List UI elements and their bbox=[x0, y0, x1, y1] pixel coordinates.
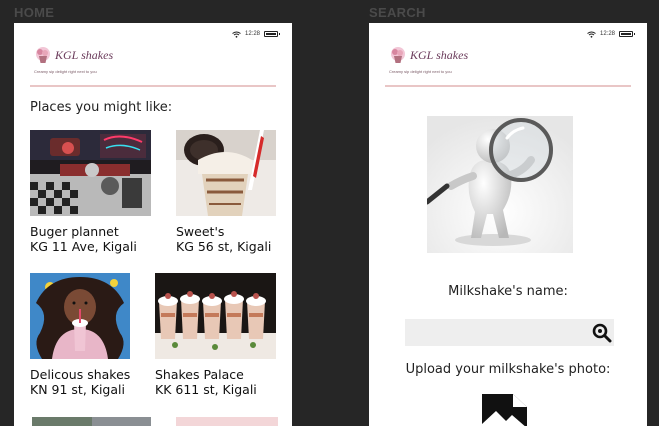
search-screen: 12:28 KGL shakes Creamy sip delight righ… bbox=[369, 23, 647, 426]
place-photo-partial bbox=[32, 417, 151, 426]
place-address: KK 611 st, Kigali bbox=[155, 382, 257, 397]
place-address: KN 91 st, Kigali bbox=[30, 382, 125, 397]
image-upload-icon[interactable] bbox=[482, 394, 527, 426]
milkshake-logo-icon bbox=[36, 47, 50, 63]
brand-name: KGL shakes bbox=[410, 48, 469, 62]
place-photo bbox=[176, 130, 292, 216]
place-photo bbox=[30, 273, 151, 359]
upload-photo-label: Upload your milkshake's photo: bbox=[405, 362, 611, 377]
place-photo bbox=[30, 130, 151, 216]
place-card[interactable]: Sweet's KG 56 st, Kigali bbox=[176, 130, 292, 254]
home-screen: 12:28 KGL shakes Creamy sip delight righ… bbox=[14, 23, 292, 426]
place-address: KG 11 Ave, Kigali bbox=[30, 239, 137, 254]
magnifier-figure-illustration bbox=[427, 116, 573, 253]
battery-icon bbox=[619, 31, 635, 37]
status-bar: 12:28 bbox=[232, 29, 280, 39]
status-time: 12:28 bbox=[244, 31, 260, 37]
brand-tagline: Creamy sip delight right next to you bbox=[34, 69, 97, 74]
milkshake-name-input[interactable] bbox=[405, 319, 614, 346]
place-name: Delicous shakes bbox=[30, 367, 131, 382]
place-name: Shakes Palace bbox=[155, 367, 244, 382]
place-photo-partial bbox=[176, 417, 278, 426]
place-address: KG 56 st, Kigali bbox=[176, 239, 272, 254]
app-header: KGL shakes Creamy sip delight right next… bbox=[385, 41, 631, 87]
search-section-label: SEARCH bbox=[369, 5, 426, 20]
place-photo bbox=[155, 273, 276, 359]
wifi-icon bbox=[232, 31, 241, 38]
places-heading: Places you might like: bbox=[30, 100, 173, 115]
place-card[interactable]: Buger plannet KG 11 Ave, Kigali bbox=[30, 130, 154, 254]
search-icon[interactable] bbox=[592, 323, 612, 343]
brand-tagline: Creamy sip delight right next to you bbox=[389, 69, 452, 74]
wifi-icon bbox=[587, 31, 596, 38]
status-bar: 12:28 bbox=[587, 29, 635, 39]
place-name: Sweet's bbox=[176, 224, 225, 239]
app-header: KGL shakes Creamy sip delight right next… bbox=[30, 41, 276, 87]
milkshake-logo-icon bbox=[391, 47, 405, 63]
battery-icon bbox=[264, 31, 280, 37]
place-card[interactable]: Shakes Palace KK 611 st, Kigali bbox=[155, 273, 279, 397]
status-time: 12:28 bbox=[599, 31, 615, 37]
brand-name: KGL shakes bbox=[55, 48, 114, 62]
place-name: Buger plannet bbox=[30, 224, 119, 239]
place-card[interactable]: Delicous shakes KN 91 st, Kigali bbox=[30, 273, 154, 397]
milkshake-name-label: Milkshake's name: bbox=[448, 284, 568, 299]
home-section-label: HOME bbox=[14, 5, 55, 20]
